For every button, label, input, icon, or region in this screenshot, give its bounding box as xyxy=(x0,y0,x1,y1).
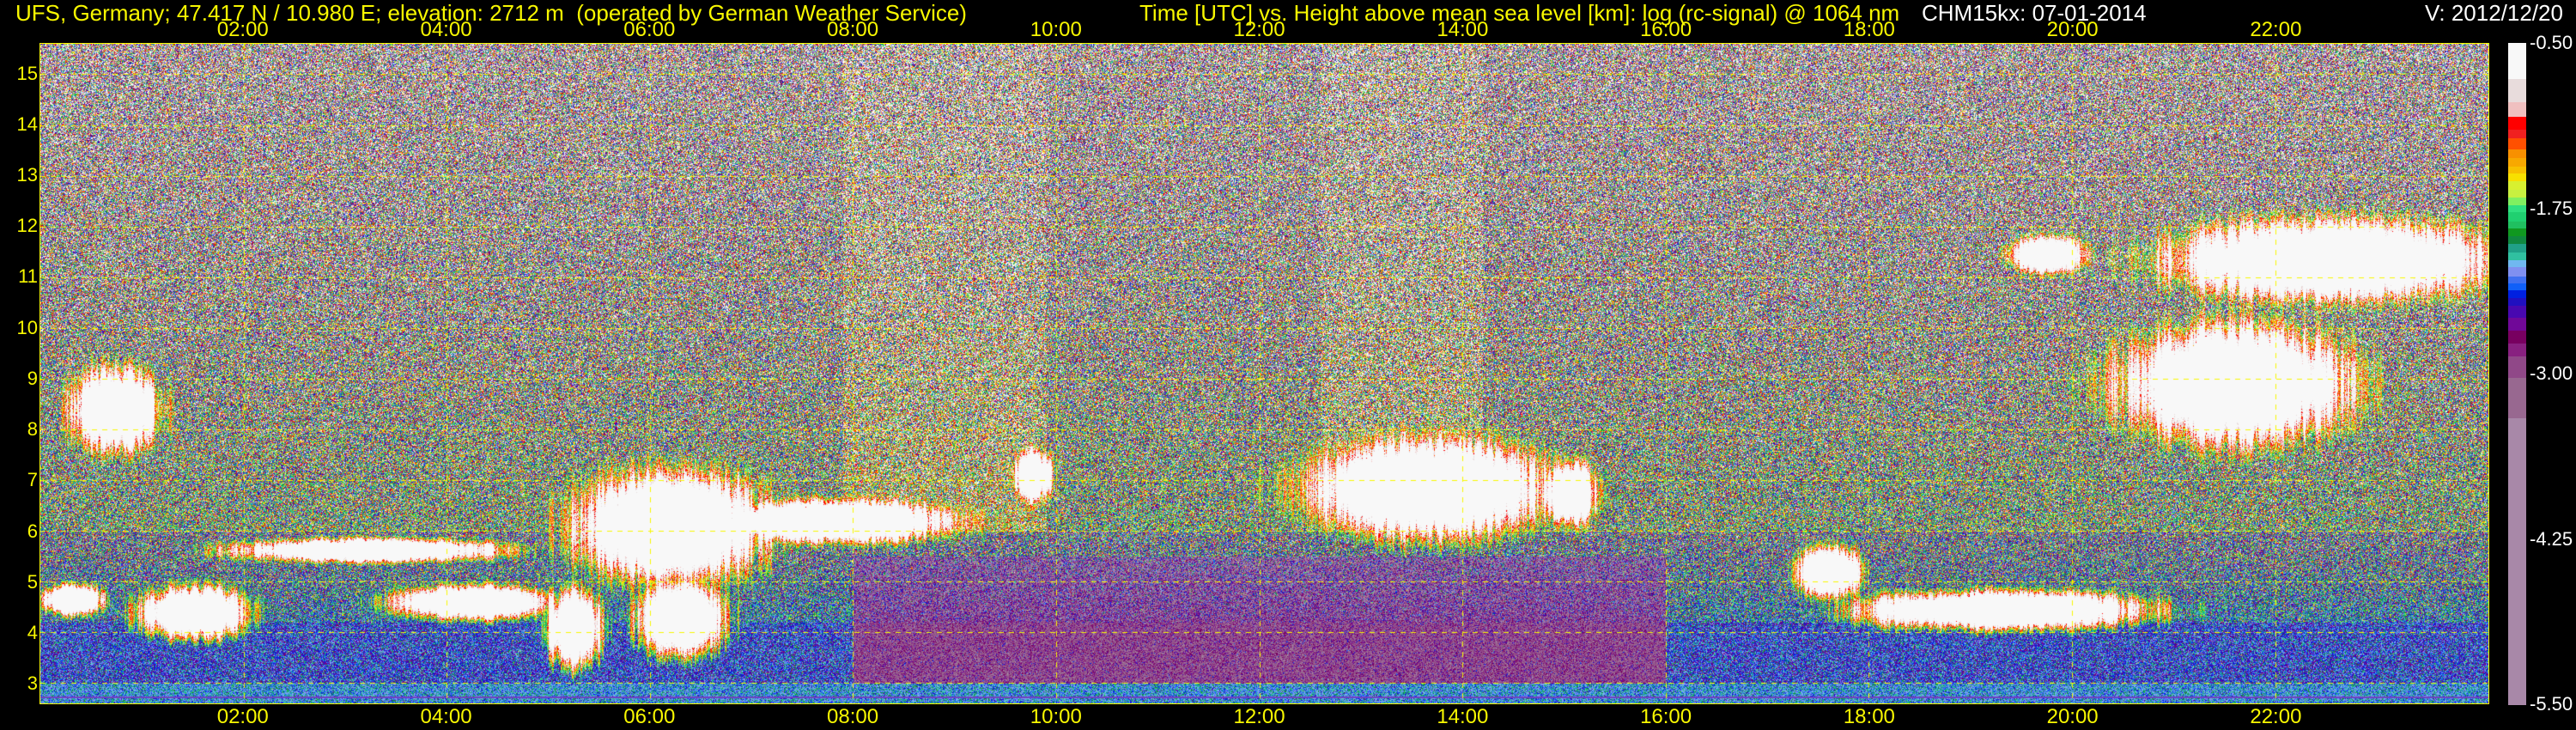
colorbar-segment xyxy=(2508,417,2526,705)
x-tick-label-top: 04:00 xyxy=(420,18,472,41)
y-tick-label: 15 xyxy=(16,62,38,84)
x-tick-label-bottom: 06:00 xyxy=(623,705,676,728)
x-tick-label-bottom: 12:00 xyxy=(1233,705,1285,728)
y-tick-label: 9 xyxy=(27,367,38,389)
y-tick-label: 10 xyxy=(16,316,38,338)
colorbar-segment xyxy=(2508,356,2526,379)
x-tick-label-bottom: 22:00 xyxy=(2250,705,2302,728)
colorbar-segment xyxy=(2508,343,2526,357)
y-tick-label: 4 xyxy=(27,622,38,644)
x-tick-label-bottom: 02:00 xyxy=(216,705,269,728)
x-tick-label-top: 16:00 xyxy=(1640,18,1692,41)
colorbar-tick-label: -5.50 xyxy=(2530,693,2573,715)
colorbar-segment xyxy=(2508,331,2526,344)
x-tick-label-bottom: 14:00 xyxy=(1437,705,1489,728)
y-tick-label: 7 xyxy=(27,469,38,491)
colorbar-segment xyxy=(2508,102,2526,119)
colorbar-tick-label: -4.25 xyxy=(2530,527,2573,550)
y-tick-label: 14 xyxy=(16,113,38,135)
colorbar xyxy=(2508,43,2526,705)
colorbar-tick-label: -3.00 xyxy=(2530,362,2573,384)
y-tick-label: 11 xyxy=(18,265,38,288)
x-tick-label-top: 14:00 xyxy=(1437,18,1489,41)
y-tick-label: 8 xyxy=(27,418,38,441)
x-tick-label-top: 06:00 xyxy=(623,18,676,41)
x-tick-label-bottom: 16:00 xyxy=(1640,705,1692,728)
colorbar-segment xyxy=(2508,306,2526,319)
x-tick-label-top: 12:00 xyxy=(1233,18,1285,41)
colorbar-segment xyxy=(2508,78,2526,103)
colorbar-tick-label: -1.75 xyxy=(2530,197,2573,219)
colorbar-segment xyxy=(2508,157,2526,167)
colorbar-segment xyxy=(2508,138,2526,150)
y-tick-label: 13 xyxy=(16,164,38,186)
y-tick-label: 5 xyxy=(27,570,38,593)
colorbar-segment xyxy=(2508,43,2526,80)
x-tick-label-bottom: 18:00 xyxy=(1843,705,1895,728)
instrument-date: CHM15kx: 07-01-2014 xyxy=(1922,0,2147,26)
colorbar-segment xyxy=(2508,377,2526,419)
version-label: V: 2012/12/20 xyxy=(2425,0,2563,26)
heatmap-canvas xyxy=(40,44,2488,703)
colorbar-tick-label: -0.50 xyxy=(2530,32,2573,53)
backscatter-heatmap xyxy=(39,43,2489,704)
x-tick-label-bottom: 08:00 xyxy=(827,705,879,728)
x-tick-label-top: 20:00 xyxy=(2046,18,2099,41)
y-tick-label: 12 xyxy=(16,215,38,237)
x-tick-label-top: 18:00 xyxy=(1843,18,1895,41)
colorbar-segment xyxy=(2508,212,2526,222)
x-tick-label-top: 02:00 xyxy=(216,18,269,41)
x-tick-label-top: 10:00 xyxy=(1030,18,1082,41)
x-tick-label-top: 22:00 xyxy=(2250,18,2302,41)
site-title: UFS, Germany; 47.417 N / 10.980 E; eleva… xyxy=(15,0,967,26)
y-tick-label: 6 xyxy=(27,520,38,542)
colorbar-segment xyxy=(2508,129,2526,139)
colorbar-segment xyxy=(2508,117,2526,131)
y-tick-label: 3 xyxy=(27,672,38,695)
x-tick-label-bottom: 10:00 xyxy=(1030,705,1082,728)
x-tick-label-top: 08:00 xyxy=(827,18,879,41)
x-tick-label-bottom: 20:00 xyxy=(2046,705,2099,728)
ceilometer-plot: UFS, Germany; 47.417 N / 10.980 E; eleva… xyxy=(0,0,2576,730)
colorbar-segment xyxy=(2508,317,2526,332)
colorbar-segment xyxy=(2508,267,2526,277)
x-tick-label-bottom: 04:00 xyxy=(420,705,472,728)
